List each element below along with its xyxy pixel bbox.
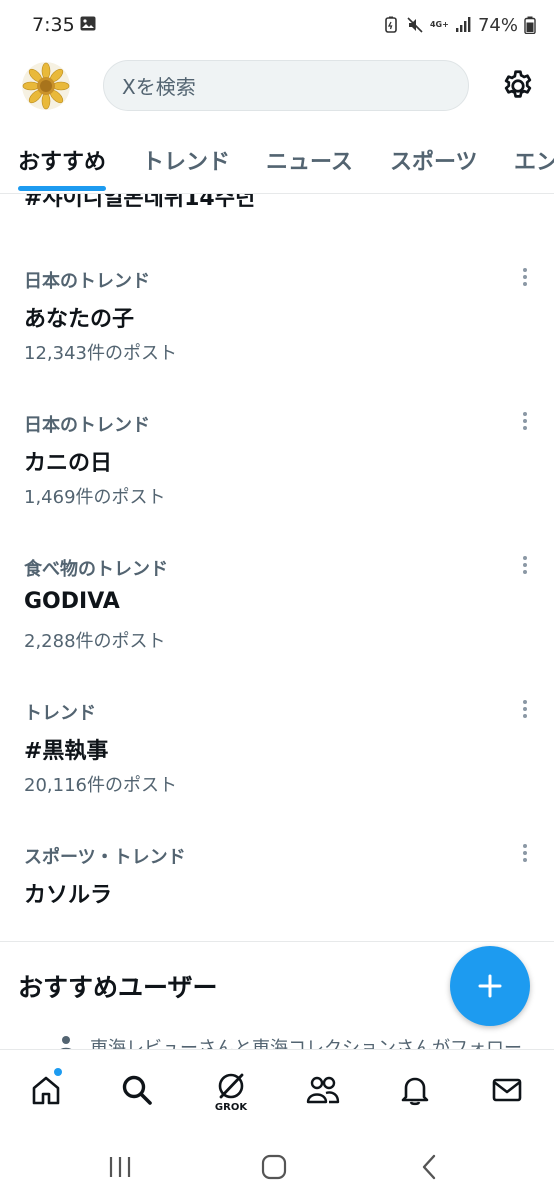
trend-item[interactable]: 食べ物のトレンド GODIVA 2,288件のポスト — [0, 555, 554, 665]
section-divider — [0, 941, 554, 942]
grok-label: GROK — [214, 1102, 248, 1113]
trend-item[interactable]: トレンド #黒執事 20,116件のポスト — [0, 699, 554, 809]
trend-title: カニの日 — [24, 451, 113, 476]
home-notification-dot — [54, 1068, 62, 1076]
tab-trending[interactable]: トレンド — [142, 144, 230, 176]
nav-messages[interactable] — [487, 1070, 527, 1110]
trend-item[interactable]: 日本のトレンド カニの日 1,469件のポスト — [0, 411, 554, 521]
more-dot — [523, 858, 527, 862]
more-dot — [523, 844, 527, 848]
home-icon — [32, 1076, 60, 1105]
more-dot — [523, 851, 527, 855]
more-options-button[interactable] — [513, 263, 537, 291]
nav-communities[interactable] — [303, 1070, 343, 1110]
trend-title: カソルラ — [24, 883, 113, 908]
trend-item[interactable]: スポーツ・トレンド カソルラ — [0, 843, 554, 923]
nav-notifications[interactable] — [395, 1070, 435, 1110]
trend-post-count: 2,288件のポスト — [24, 631, 166, 652]
trend-context: 食べ物のトレンド — [24, 559, 168, 580]
more-dot — [523, 412, 527, 416]
nav-grok[interactable] — [211, 1066, 251, 1106]
battery-percent: 74% — [477, 14, 518, 36]
more-options-button[interactable] — [513, 407, 537, 435]
who-to-follow-title: おすすめユーザー — [18, 973, 218, 1002]
trend-title: あなたの子 — [24, 307, 135, 332]
scrolled-trend-title: #샤이니일본데뷔14주년 — [24, 194, 256, 211]
explore-tabs: おすすめ トレンド ニュース スポーツ エン — [0, 124, 554, 194]
more-dot — [523, 268, 527, 272]
network-type: 4G+ — [429, 20, 449, 29]
grok-icon — [218, 1073, 244, 1099]
more-dot — [523, 556, 527, 560]
nav-home[interactable] — [26, 1070, 66, 1110]
trend-item[interactable]: 日本のトレンド あなたの子 12,343件のポスト — [0, 267, 554, 377]
scrolled-trend[interactable]: #샤이니일본데뷔14주년 — [0, 194, 554, 216]
mail-icon — [492, 1078, 522, 1102]
search-icon — [122, 1075, 152, 1105]
more-options-button[interactable] — [513, 551, 537, 579]
compose-post-button[interactable] — [450, 946, 530, 1026]
gear-icon — [504, 70, 532, 98]
trend-title: #黒執事 — [24, 739, 109, 764]
trend-context: スポーツ・トレンド — [24, 847, 186, 868]
back-button[interactable] — [414, 1151, 446, 1183]
social-context-text: 東海レビューさんと東海コレクションさんがフォロー — [90, 1038, 522, 1049]
person-icon — [60, 1036, 72, 1049]
nav-explore[interactable] — [117, 1070, 157, 1110]
tab-news[interactable]: ニュース — [266, 144, 353, 176]
plus-icon — [478, 974, 502, 998]
more-dot — [523, 426, 527, 430]
system-nav-bar — [0, 1137, 554, 1200]
bottom-nav: GROK — [0, 1049, 554, 1137]
trend-post-count: 12,343件のポスト — [24, 343, 177, 364]
screen: 7:35 4G+ 74% Xを検索 おすすめ トレンド ニュース スポーツ エン… — [0, 0, 554, 1200]
home-square-icon — [261, 1154, 287, 1180]
more-dot — [523, 714, 527, 718]
more-dot — [523, 419, 527, 423]
more-dot — [523, 282, 527, 286]
gallery-notification-icon — [80, 16, 96, 31]
trend-title: GODIVA — [24, 589, 120, 614]
social-context-row[interactable]: 東海レビューさんと東海コレクションさんがフォロー — [0, 1030, 554, 1049]
recent-apps-button[interactable] — [104, 1151, 136, 1183]
trend-post-count: 20,116件のポスト — [24, 775, 177, 796]
profile-avatar[interactable] — [22, 62, 70, 110]
tab-for-you[interactable]: おすすめ — [18, 144, 106, 176]
more-dot — [523, 700, 527, 704]
tab-sports[interactable]: スポーツ — [390, 144, 478, 176]
bell-icon — [401, 1077, 429, 1106]
sunflower-icon — [22, 62, 70, 110]
more-options-button[interactable] — [513, 839, 537, 867]
more-dot — [523, 707, 527, 711]
communities-icon — [306, 1076, 340, 1104]
status-bar: 7:35 4G+ 74% — [0, 0, 554, 52]
home-system-button[interactable] — [258, 1151, 290, 1183]
active-tab-indicator — [18, 186, 106, 191]
trend-post-count: 1,469件のポスト — [24, 487, 166, 508]
status-right: 4G+ 74% — [382, 12, 536, 38]
settings-button[interactable] — [500, 68, 536, 104]
back-chevron-icon — [422, 1154, 436, 1180]
tab-entertainment[interactable]: エン — [514, 144, 554, 176]
recent-apps-icon — [109, 1157, 131, 1177]
trend-context: 日本のトレンド — [24, 415, 150, 436]
trend-context: トレンド — [24, 703, 96, 724]
top-header: Xを検索 — [0, 52, 554, 124]
battery-icon — [524, 16, 536, 34]
trend-context: 日本のトレンド — [24, 271, 150, 292]
status-time: 7:35 — [32, 14, 75, 36]
mute-icon — [407, 17, 423, 33]
more-dot — [523, 570, 527, 574]
more-options-button[interactable] — [513, 695, 537, 723]
search-placeholder: Xを検索 — [122, 75, 196, 99]
signal-icon — [455, 17, 471, 32]
battery-saver-icon — [385, 16, 397, 33]
search-input[interactable]: Xを検索 — [103, 60, 469, 111]
more-dot — [523, 563, 527, 567]
more-dot — [523, 275, 527, 279]
